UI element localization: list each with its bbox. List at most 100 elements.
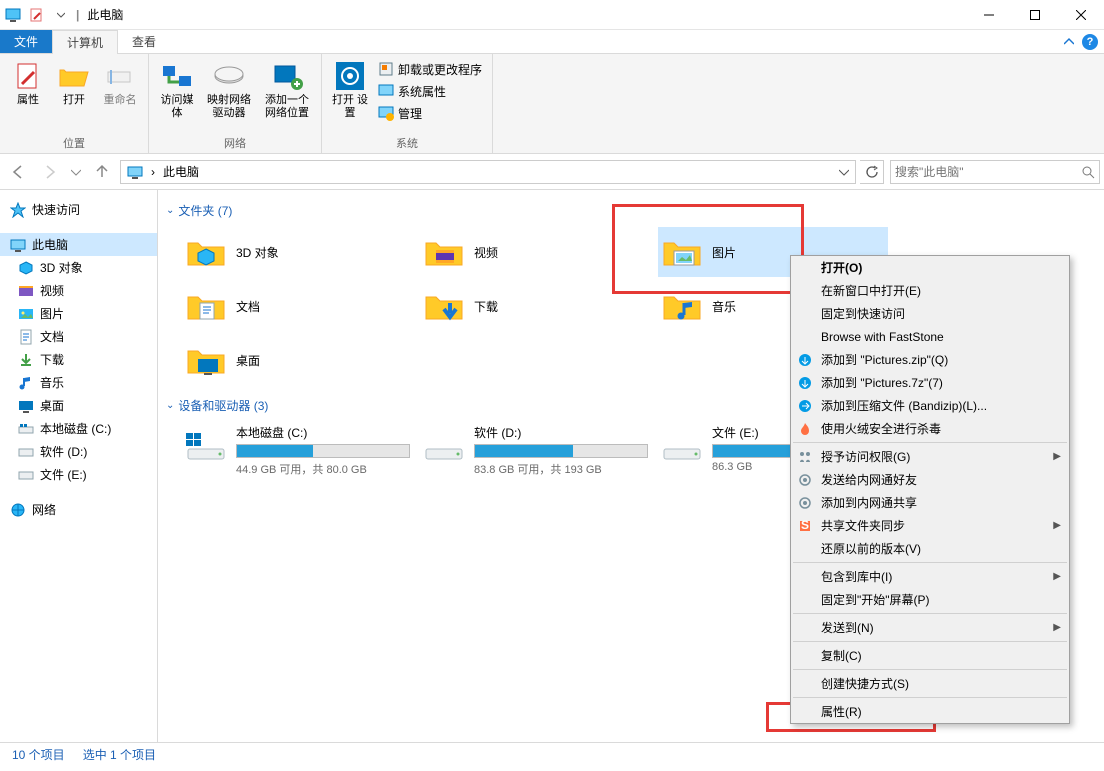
cm-faststone[interactable]: Browse with FastStone bbox=[791, 325, 1069, 348]
search-input[interactable] bbox=[895, 165, 1081, 179]
cm-grant-access[interactable]: 授予访问权限(G)▶ bbox=[791, 445, 1069, 468]
cm-pin-start[interactable]: 固定到"开始"屏幕(P) bbox=[791, 588, 1069, 611]
tab-view[interactable]: 查看 bbox=[118, 30, 170, 53]
cm-share-sync[interactable]: S共享文件夹同步▶ bbox=[791, 514, 1069, 537]
collapse-ribbon-icon[interactable] bbox=[1064, 37, 1074, 47]
cm-send-to[interactable]: 发送到(N)▶ bbox=[791, 616, 1069, 639]
sidebar-3d-objects[interactable]: 3D 对象 bbox=[0, 256, 157, 279]
ribbon-group-system: 系统 bbox=[328, 133, 486, 153]
cm-shortcut[interactable]: 创建快捷方式(S) bbox=[791, 672, 1069, 695]
folder-icon bbox=[184, 340, 228, 380]
search-box[interactable] bbox=[890, 160, 1100, 184]
cm-open[interactable]: 打开(O) bbox=[791, 256, 1069, 279]
sidebar-pictures[interactable]: 图片 bbox=[0, 302, 157, 325]
ribbon-add-location[interactable]: 添加一个 网络位置 bbox=[259, 58, 315, 122]
sidebar-drive-d[interactable]: 软件 (D:) bbox=[0, 440, 157, 463]
qat-dropdown-icon[interactable] bbox=[50, 4, 72, 26]
tab-file[interactable]: 文件 bbox=[0, 30, 52, 53]
drive-icon bbox=[184, 424, 228, 464]
help-icon[interactable]: ? bbox=[1082, 34, 1098, 50]
navigation-bar: › 此电脑 bbox=[0, 154, 1104, 190]
breadcrumb-thispc[interactable]: 此电脑 bbox=[159, 161, 203, 183]
cm-add-share[interactable]: 添加到内网通共享 bbox=[791, 491, 1069, 514]
status-bar: 10 个项目 选中 1 个项目 bbox=[0, 742, 1104, 766]
cm-pin-quick[interactable]: 固定到快速访问 bbox=[791, 302, 1069, 325]
close-button[interactable] bbox=[1058, 0, 1104, 30]
ribbon-sysprops[interactable]: 系统属性 bbox=[374, 80, 486, 102]
folder-icon bbox=[422, 286, 466, 326]
folder-item[interactable]: 下载 bbox=[420, 281, 650, 331]
qat-props-icon[interactable] bbox=[26, 4, 48, 26]
nav-history[interactable] bbox=[68, 158, 84, 186]
drive-usage-text: 83.8 GB 可用，共 193 GB bbox=[474, 461, 648, 477]
sidebar-quick-access[interactable]: 快速访问 bbox=[0, 198, 157, 221]
sidebar-documents[interactable]: 文档 bbox=[0, 325, 157, 348]
nav-back[interactable] bbox=[4, 158, 32, 186]
sync-icon: S bbox=[797, 518, 813, 534]
sidebar-videos[interactable]: 视频 bbox=[0, 279, 157, 302]
ribbon-map-drive[interactable]: 映射网络 驱动器 bbox=[201, 58, 257, 122]
sidebar-downloads[interactable]: 下载 bbox=[0, 348, 157, 371]
minimize-button[interactable] bbox=[966, 0, 1012, 30]
sidebar-network[interactable]: 网络 bbox=[0, 498, 157, 521]
sidebar-desktop[interactable]: 桌面 bbox=[0, 394, 157, 417]
drive-icon bbox=[660, 424, 704, 464]
search-icon[interactable] bbox=[1081, 165, 1095, 179]
ribbon-properties[interactable]: 属性 bbox=[6, 58, 50, 109]
add-share-icon bbox=[797, 495, 813, 511]
cm-add-7z[interactable]: 添加到 "Pictures.7z"(7) bbox=[791, 371, 1069, 394]
cm-add-zip[interactable]: 添加到 "Pictures.zip"(Q) bbox=[791, 348, 1069, 371]
nav-forward[interactable] bbox=[36, 158, 64, 186]
cm-copy[interactable]: 复制(C) bbox=[791, 644, 1069, 667]
folder-icon bbox=[660, 286, 704, 326]
cm-huorong[interactable]: 使用火绒安全进行杀毒 bbox=[791, 417, 1069, 440]
folder-icon bbox=[184, 232, 228, 272]
ribbon-media[interactable]: 访问媒体 bbox=[155, 58, 199, 122]
drive-label: 软件 (D:) bbox=[474, 424, 648, 441]
folder-item[interactable]: 视频 bbox=[420, 227, 650, 277]
nav-up[interactable] bbox=[88, 158, 116, 186]
cm-library[interactable]: 包含到库中(I)▶ bbox=[791, 565, 1069, 588]
group-folders[interactable]: ⌄文件夹 (7) bbox=[166, 198, 1096, 223]
nav-pane: 快速访问 此电脑 3D 对象 视频 图片 文档 下载 音乐 桌面 本地磁盘 (C… bbox=[0, 190, 158, 742]
svg-text:S: S bbox=[801, 519, 809, 532]
folder-icon bbox=[660, 232, 704, 272]
ribbon-manage[interactable]: 管理 bbox=[374, 102, 486, 124]
tab-computer[interactable]: 计算机 bbox=[52, 30, 118, 54]
cm-new-window[interactable]: 在新窗口中打开(E) bbox=[791, 279, 1069, 302]
cm-bandizip[interactable]: 添加到压缩文件 (Bandizip)(L)... bbox=[791, 394, 1069, 417]
ribbon-tabs: 文件 计算机 查看 ? bbox=[0, 30, 1104, 54]
bandizip-icon bbox=[797, 398, 813, 414]
drive-usage-bar bbox=[236, 444, 410, 458]
sidebar-drive-c[interactable]: 本地磁盘 (C:) bbox=[0, 417, 157, 440]
sidebar-this-pc[interactable]: 此电脑 bbox=[0, 233, 157, 256]
cm-restore[interactable]: 还原以前的版本(V) bbox=[791, 537, 1069, 560]
cm-properties[interactable]: 属性(R) bbox=[791, 700, 1069, 723]
window-title: 此电脑 bbox=[81, 6, 123, 23]
folder-item[interactable]: 文档 bbox=[182, 281, 412, 331]
title-bar: | 此电脑 bbox=[0, 0, 1104, 30]
address-dropdown-icon[interactable] bbox=[835, 161, 853, 183]
folder-item[interactable]: 桌面 bbox=[182, 335, 412, 385]
folder-item[interactable]: 3D 对象 bbox=[182, 227, 412, 277]
ribbon-open-settings[interactable]: 打开 设置 bbox=[328, 58, 372, 122]
sidebar-music[interactable]: 音乐 bbox=[0, 371, 157, 394]
drive-label: 本地磁盘 (C:) bbox=[236, 424, 410, 441]
ribbon-group-location: 位置 bbox=[6, 133, 142, 153]
folder-icon bbox=[422, 232, 466, 272]
drive-item[interactable]: 本地磁盘 (C:)44.9 GB 可用，共 80.0 GB bbox=[182, 422, 412, 479]
ribbon-open[interactable]: 打开 bbox=[52, 58, 96, 109]
chevron-right-icon[interactable]: › bbox=[149, 161, 157, 183]
refresh-button[interactable] bbox=[860, 160, 884, 184]
maximize-button[interactable] bbox=[1012, 0, 1058, 30]
address-root-icon[interactable] bbox=[123, 161, 147, 183]
ribbon-uninstall[interactable]: 卸载或更改程序 bbox=[374, 58, 486, 80]
folder-label: 3D 对象 bbox=[236, 244, 279, 261]
drive-item[interactable]: 软件 (D:) 83.8 GB 可用，共 193 GB bbox=[420, 422, 650, 479]
address-bar[interactable]: › 此电脑 bbox=[120, 160, 856, 184]
sidebar-drive-e[interactable]: 文件 (E:) bbox=[0, 463, 157, 486]
cm-send-friend[interactable]: 发送给内网通好友 bbox=[791, 468, 1069, 491]
ribbon-rename[interactable]: 重命名 bbox=[98, 58, 142, 109]
folder-label: 图片 bbox=[712, 244, 736, 261]
ribbon-group-network: 网络 bbox=[155, 133, 315, 153]
